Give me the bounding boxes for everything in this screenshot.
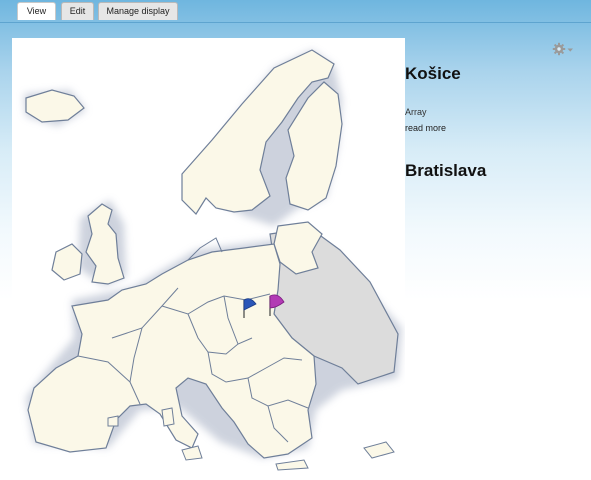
city-title-bratislava: Bratislava <box>405 161 487 180</box>
chevron-down-icon <box>567 48 573 52</box>
map-region-ireland <box>51 243 83 281</box>
body-text: Array <box>405 107 427 117</box>
tab-view[interactable]: View <box>17 2 56 20</box>
gear-icon <box>552 42 566 56</box>
city-title-kosice: Košice <box>405 64 461 83</box>
read-more-link[interactable]: read more <box>405 123 446 133</box>
tab-manage-display[interactable]: Manage display <box>98 2 178 20</box>
map-region-iceland <box>25 89 85 123</box>
contextual-links-button[interactable] <box>552 42 574 56</box>
tab-edit[interactable]: Edit <box>61 2 94 20</box>
europe-map <box>12 38 405 480</box>
local-tasks-tabs: View Edit Manage display <box>0 0 591 23</box>
